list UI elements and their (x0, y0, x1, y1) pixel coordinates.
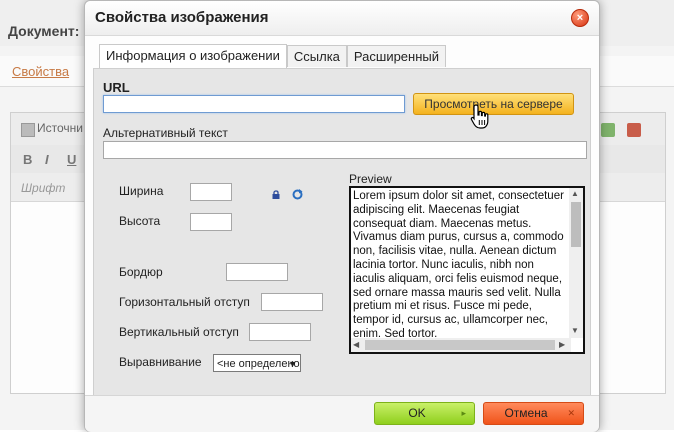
dialog-title-bar[interactable]: Свойства изображения × (85, 1, 599, 36)
tab-link[interactable]: Ссылка (286, 45, 347, 67)
vspace-input[interactable] (249, 323, 311, 341)
horizontal-scroll-thumb[interactable] (365, 340, 555, 350)
align-label: Выравнивание (119, 355, 202, 369)
cancel-button-label: Отмена (504, 406, 548, 420)
source-button-label[interactable]: Источни (37, 121, 83, 135)
browse-server-button[interactable]: Просмотреть на сервере (413, 93, 574, 115)
scroll-left-icon[interactable]: ◀ (353, 340, 359, 349)
preview-horizontal-scrollbar[interactable]: ◀ ▶ (351, 338, 571, 352)
underline-button[interactable]: U (67, 152, 76, 167)
vertical-scroll-thumb[interactable] (571, 202, 581, 247)
properties-tab[interactable]: Свойства (12, 64, 69, 79)
cancel-button[interactable]: Отмена ✕ (483, 402, 584, 425)
tab-image-info[interactable]: Информация о изображении (99, 44, 287, 68)
document-label: Документ: (8, 23, 80, 39)
preview-text: Lorem ipsum dolor sit amet, consectetuer… (353, 190, 564, 338)
preview-label: Preview (349, 172, 392, 186)
tab-panel: URL Просмотреть на сервере Альтернативны… (93, 68, 591, 396)
height-label: Высота (119, 214, 161, 228)
align-select[interactable]: <не определено> ▼ (213, 354, 301, 372)
alt-text-label: Альтернативный текст (103, 126, 228, 140)
height-input[interactable] (190, 213, 232, 231)
image-properties-dialog: Свойства изображения × Информация о изоб… (84, 0, 600, 432)
alt-text-input[interactable] (103, 141, 587, 159)
border-label: Бордюр (119, 265, 163, 279)
dialog-title: Свойства изображения (95, 9, 269, 26)
close-icon[interactable]: × (571, 9, 589, 27)
insert-col-icon[interactable] (627, 123, 641, 137)
dialog-footer: OK ▸ Отмена ✕ (85, 395, 599, 432)
ok-button[interactable]: OK ▸ (374, 402, 475, 425)
preview-vertical-scrollbar[interactable]: ▲ ▼ (569, 188, 583, 338)
hspace-input[interactable] (261, 293, 323, 311)
width-input[interactable] (190, 183, 232, 201)
font-select[interactable]: Шрифт (21, 181, 65, 195)
scroll-up-icon[interactable]: ▲ (571, 189, 579, 198)
url-label: URL (103, 80, 130, 95)
scroll-down-icon[interactable]: ▼ (571, 326, 579, 335)
hspace-label: Горизонтальный отступ (119, 295, 250, 309)
italic-button[interactable]: I (45, 152, 49, 167)
hand-cursor-icon (470, 104, 489, 129)
reset-size-icon[interactable] (292, 189, 303, 200)
lock-icon[interactable] (272, 190, 280, 199)
preview-box[interactable]: Lorem ipsum dolor sit amet, consectetuer… (349, 186, 585, 354)
arrow-right-icon: ▸ (461, 408, 466, 418)
border-input[interactable] (226, 263, 288, 281)
bold-button[interactable]: B (23, 152, 32, 167)
scroll-right-icon[interactable]: ▶ (559, 340, 565, 349)
url-input[interactable] (103, 95, 405, 113)
chevron-down-icon: ▼ (288, 359, 297, 369)
vspace-label: Вертикальный отступ (119, 325, 239, 339)
ok-button-label: OK (408, 406, 426, 420)
dialog-tabs: Информация о изображении Ссылка Расширен… (99, 44, 447, 69)
tab-advanced[interactable]: Расширенный (346, 45, 447, 67)
insert-row-icon[interactable] (601, 123, 615, 137)
source-icon[interactable] (21, 123, 35, 137)
close-x-icon: ✕ (567, 408, 575, 418)
width-label: Ширина (119, 184, 164, 198)
